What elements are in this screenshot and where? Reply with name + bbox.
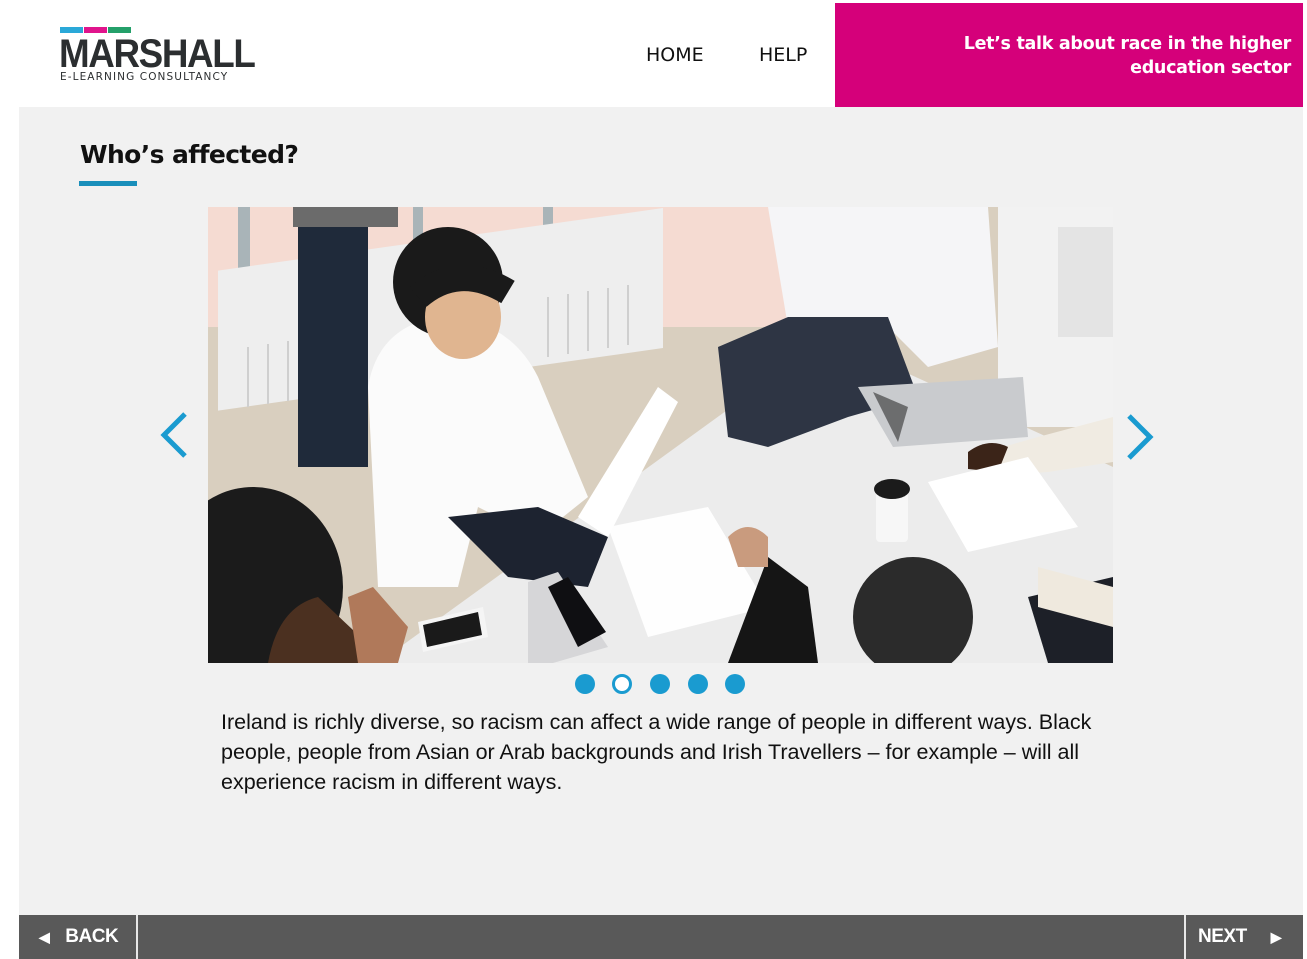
next-label: NEXT bbox=[1198, 926, 1247, 947]
back-label: BACK bbox=[65, 926, 119, 947]
header: MARSHALL E-LEARNING CONSULTANCY HOME HEL… bbox=[0, 0, 1307, 107]
carousel-next-button[interactable] bbox=[1122, 412, 1158, 467]
carousel-image bbox=[208, 207, 1113, 663]
slide-caption: Ireland is richly diverse, so racism can… bbox=[221, 710, 1092, 794]
title-underline bbox=[79, 181, 137, 186]
back-arrow-icon: ◀ bbox=[39, 928, 50, 945]
chevron-left-icon bbox=[160, 412, 187, 458]
carousel-dot-1[interactable] bbox=[575, 674, 595, 694]
carousel-dot-2-active[interactable] bbox=[612, 674, 632, 694]
next-button[interactable]: NEXT ▶ bbox=[1184, 915, 1303, 959]
footer-nav-bar: ◀ BACK NEXT ▶ bbox=[19, 915, 1303, 959]
carousel-dot-3[interactable] bbox=[650, 674, 670, 694]
course-title: Let’s talk about race in the higher educ… bbox=[963, 34, 1292, 78]
carousel-prev-button[interactable] bbox=[156, 410, 192, 465]
carousel-dot-5[interactable] bbox=[725, 674, 745, 694]
marshall-logo[interactable]: MARSHALL E-LEARNING CONSULTANCY bbox=[59, 27, 256, 87]
course-title-banner: Let’s talk about race in the higher educ… bbox=[835, 3, 1303, 107]
nav-home-link[interactable]: HOME bbox=[646, 44, 704, 66]
next-arrow-icon: ▶ bbox=[1270, 928, 1282, 945]
back-button[interactable]: ◀ BACK bbox=[19, 915, 138, 959]
logo-tagline: E-LEARNING CONSULTANCY bbox=[60, 71, 229, 83]
chevron-right-icon bbox=[1127, 414, 1154, 460]
nav-help-link[interactable]: HELP bbox=[759, 44, 807, 66]
logo-wordmark: MARSHALL bbox=[59, 32, 256, 76]
carousel-dot-4[interactable] bbox=[688, 674, 708, 694]
page-title: Who’s affected? bbox=[80, 140, 299, 169]
meeting-photo bbox=[208, 207, 1113, 663]
